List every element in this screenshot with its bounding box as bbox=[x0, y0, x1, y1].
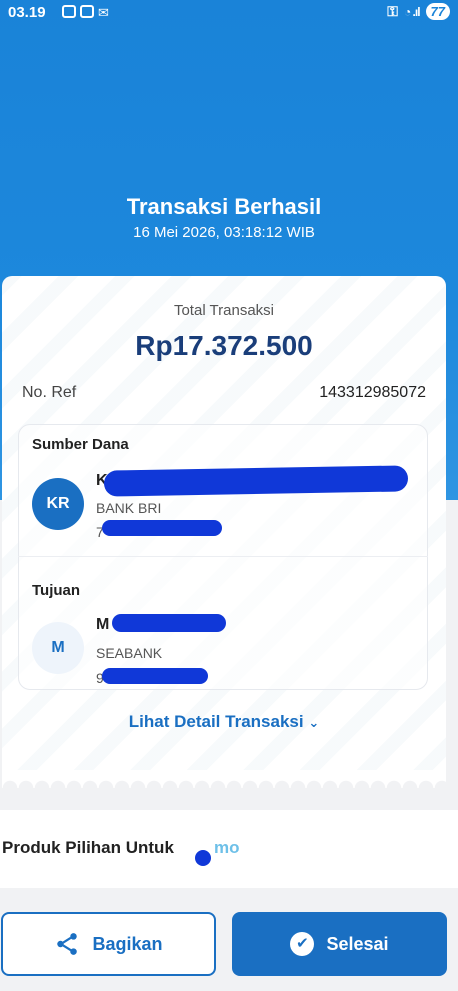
page-title: Transaksi Berhasil bbox=[126, 194, 322, 219]
source-avatar: KR bbox=[32, 478, 84, 530]
product-title-tail: mo bbox=[214, 838, 240, 857]
done-button[interactable]: ✔ Selesai bbox=[232, 912, 447, 976]
ref-value: 143312985072 bbox=[319, 384, 426, 401]
total-label: Total Transaksi bbox=[173, 302, 275, 319]
key-icon: ⚿ bbox=[387, 3, 398, 19]
gmail-icon: ✉ bbox=[98, 5, 109, 20]
transaction-datetime: 16 Mei 2026, 03:18:12 WIB bbox=[133, 224, 315, 241]
status-right: ⚿ ◔ .ıl 77 bbox=[387, 3, 450, 20]
source-account-redaction bbox=[102, 520, 222, 536]
product-section-title: Produk Pilihan Untuk bbox=[2, 838, 174, 857]
destination-bank: SEABANK bbox=[96, 645, 163, 661]
share-icon bbox=[57, 933, 78, 955]
ref-label: No. Ref bbox=[22, 384, 77, 401]
screenshot-icon bbox=[62, 5, 76, 18]
check-circle-icon: ✔ bbox=[290, 932, 315, 956]
share-label: Bagikan bbox=[92, 933, 163, 954]
status-time: 03.19 bbox=[8, 4, 46, 21]
source-name-redaction bbox=[103, 465, 409, 497]
touch-indicator bbox=[195, 850, 211, 866]
parties-divider bbox=[18, 556, 428, 557]
destination-account-redaction bbox=[102, 668, 208, 684]
destination-name: M bbox=[96, 616, 110, 633]
app-icon bbox=[80, 5, 94, 18]
destination-avatar: M bbox=[32, 622, 84, 674]
status-bar: 03.19 ✉ ⚿ ◔ .ıl 77 bbox=[0, 0, 458, 28]
source-bank: BANK BRI bbox=[96, 500, 162, 516]
source-section-label: Sumber Dana bbox=[32, 436, 129, 453]
destination-name-redaction bbox=[112, 614, 226, 632]
receipt-torn-edge bbox=[2, 770, 446, 788]
notification-icons: ✉ bbox=[62, 5, 109, 21]
share-button[interactable]: Bagikan bbox=[1, 912, 216, 976]
wifi-signal-icon: ◔ .ıl bbox=[403, 4, 421, 19]
view-detail-label: Lihat Detail Transaksi bbox=[128, 712, 304, 731]
done-label: Selesai bbox=[326, 933, 389, 954]
header: Transaksi Berhasil 16 Mei 2026, 03:18:12… bbox=[0, 194, 448, 241]
destination-section-label: Tujuan bbox=[32, 582, 81, 599]
chevron-down-icon: ⌄ bbox=[308, 715, 320, 730]
battery-indicator: 77 bbox=[425, 3, 450, 20]
total-amount: Rp17.372.500 bbox=[135, 330, 313, 361]
view-detail-link[interactable]: Lihat Detail Transaksi ⌄ bbox=[0, 712, 448, 732]
